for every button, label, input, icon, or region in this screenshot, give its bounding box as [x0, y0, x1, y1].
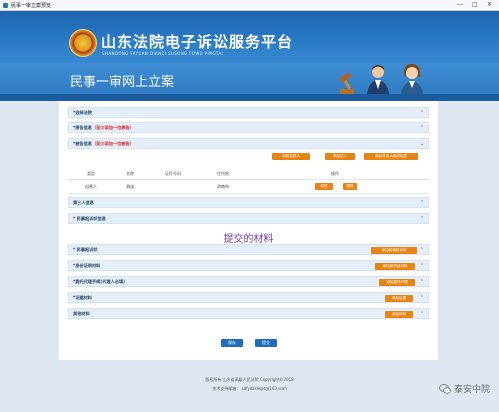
add-evidence-button[interactable]: 添加证据 [385, 295, 413, 302]
section-court[interactable]: *选择法院 ⌃ [68, 107, 429, 118]
cell-name: 测试 [126, 184, 134, 189]
table-header-address: 住所地 [217, 171, 229, 176]
cell-type: 自然人 [85, 184, 97, 189]
material-other[interactable]: 其他材料 添加材料 ⌃ [68, 308, 429, 319]
chevron-up-icon[interactable]: ⌃ [420, 110, 424, 116]
table-header-id: 证件号码 [165, 171, 181, 176]
section-defendant-label: *被告信息（至少添加一位被告） [73, 141, 134, 147]
wechat-watermark: 泰安中院 [439, 382, 490, 395]
add-proxy-button[interactable]: 添加委托代理 [379, 279, 415, 286]
material-evidence[interactable]: *证据材料 添加证据 ⌃ [68, 292, 429, 303]
table-header-name: 名称 [126, 171, 134, 176]
chevron-down-icon[interactable]: ⌄ [420, 141, 424, 147]
window-titlebar: 民事一审立案预览 — □ ✕ [0, 0, 499, 11]
support-email-text: 技术支持邮箱： sdfydzsfwpt@163.com [212, 386, 287, 391]
cell-address: 济南市 [217, 184, 229, 189]
section-defendant-text: *被告信息 [73, 141, 92, 146]
add-complaint-button[interactable]: 添加民事起诉状 [371, 247, 417, 254]
section-third-party-label: 第三人信息 [73, 200, 94, 205]
chevron-up-icon[interactable]: ⌃ [420, 247, 424, 253]
chevron-up-icon[interactable]: ⌃ [420, 311, 424, 317]
minimize-icon[interactable]: — [457, 1, 463, 8]
add-unincorporated-org-button[interactable]: 添加非法人组织信息 [364, 153, 418, 160]
section-plaintiff-label: *原告信息（至少添加一位原告） [73, 125, 134, 131]
material-label: * 民事起诉状 [73, 247, 98, 252]
add-natural-person-button[interactable]: 添加自然人 [272, 153, 310, 160]
chevron-up-icon[interactable]: ⌃ [420, 295, 424, 301]
submit-button[interactable]: 提交 [255, 339, 277, 347]
section-court-label: *选择法院 [73, 110, 92, 116]
material-label: 其他材料 [73, 311, 90, 316]
section-plaintiff-text: *原告信息 [73, 125, 92, 130]
section-defendant-note: （至少添加一位被告） [91, 141, 134, 146]
save-button[interactable]: 保存 [221, 339, 243, 347]
browser-icon [3, 2, 8, 8]
section-complaint-info[interactable]: * 民事起诉状信息 ⌃ [68, 213, 429, 224]
materials-heading: 提交的材料 [223, 234, 274, 245]
material-proxy[interactable]: *委托代理手续(代理人必填) 添加委托代理 ⌃ [68, 276, 429, 287]
banner-band [0, 94, 499, 101]
page-banner: 民事一审网上立案 [0, 63, 499, 101]
window-title: 民事一审立案预览 [11, 2, 52, 9]
site-subtitle: SHANDONG FAYUAN DIANZI SUSONG FUWU PINGT… [102, 51, 224, 56]
chevron-up-icon[interactable]: ⌃ [420, 279, 424, 285]
filing-form: *选择法院 ⌃ *原告信息（至少添加一位原告） ⌃ *被告信息（至少添加一位被告… [59, 101, 438, 360]
section-complaint-info-label: * 民事起诉状信息 [73, 216, 106, 221]
add-other-material-button[interactable]: 添加材料 [385, 311, 413, 318]
material-complaint[interactable]: * 民事起诉状 添加民事起诉状 ⌃ [68, 244, 429, 255]
chevron-up-icon[interactable]: ⌃ [420, 216, 424, 222]
delete-button[interactable]: 删除 [343, 183, 357, 190]
close-icon[interactable]: ✕ [487, 1, 492, 8]
section-plaintiff-note: （至少添加一位原告） [91, 125, 134, 130]
site-title: 山东法院电子诉讼服务平台 [101, 33, 294, 51]
site-footer: 版权所有:山东省高级人民法院 Copyright©2018 技术支持邮箱： sd… [0, 360, 499, 412]
chevron-up-icon[interactable]: ⌃ [420, 200, 424, 206]
add-legal-person-button[interactable]: 添加法人 [325, 153, 355, 160]
material-label: *证据材料 [73, 295, 92, 300]
section-third-party[interactable]: 第三人信息 ⌃ [68, 197, 429, 208]
material-label: *委托代理手续(代理人必填) [73, 279, 126, 284]
watermark-text: 泰安中院 [453, 385, 490, 395]
divider [68, 179, 429, 180]
wechat-icon [439, 383, 451, 394]
material-label: *身份证明材料 [73, 263, 101, 268]
add-identity-button[interactable]: 添加身份证材料 [375, 263, 415, 270]
court-emblem-icon [69, 29, 97, 57]
table-header-actions: 操作 [331, 171, 339, 176]
copyright-text: 版权所有:山东省高级人民法院 Copyright©2018 [205, 377, 294, 382]
table-header-type: 类型 [87, 171, 95, 176]
section-court-text: *选择法院 [73, 110, 92, 115]
section-plaintiff[interactable]: *原告信息（至少添加一位原告） ⌃ [68, 122, 429, 133]
material-identity[interactable]: *身份证明材料 添加身份证材料 ⌃ [68, 260, 429, 271]
site-header: 山东法院电子诉讼服务平台 SHANDONG FAYUAN DIANZI SUSO… [0, 11, 499, 63]
divider [68, 193, 429, 194]
chevron-up-icon[interactable]: ⌃ [420, 125, 424, 131]
edit-button[interactable]: 修改 [315, 183, 333, 190]
page-title: 民事一审网上立案 [70, 75, 175, 90]
chevron-up-icon[interactable]: ⌃ [420, 263, 424, 269]
maximize-icon[interactable]: □ [472, 1, 478, 8]
section-defendant[interactable]: *被告信息（至少添加一位被告） ⌄ [68, 138, 429, 149]
